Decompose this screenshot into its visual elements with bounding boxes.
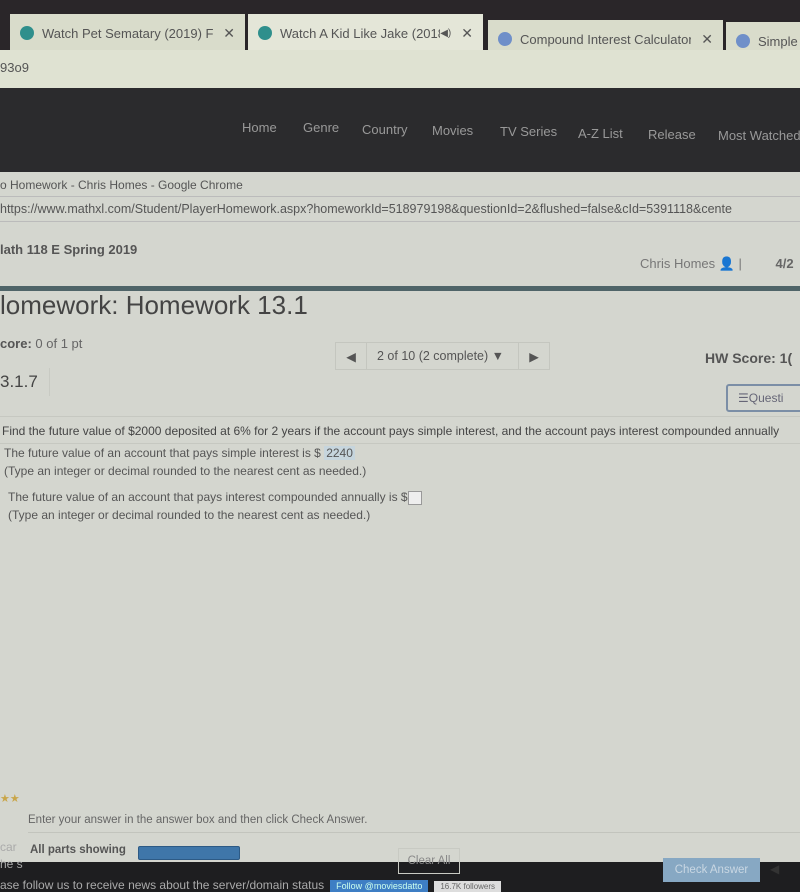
instructions: Enter your answer in the answer box and … <box>28 814 800 833</box>
hw-score: HW Score: 1( <box>705 350 793 366</box>
background-text: he s <box>0 857 23 871</box>
twitter-follow-button[interactable]: Follow @moviesdatto <box>330 880 429 892</box>
check-answer-button[interactable]: Check Answer <box>663 858 760 882</box>
window-title: o Homework - Chris Homes - Google Chrome <box>0 178 243 192</box>
clear-all-button[interactable]: Clear All <box>398 848 460 874</box>
homework-window: o Homework - Chris Homes - Google Chrome… <box>0 172 800 882</box>
page-title: lomework: Homework 13.1 <box>0 290 308 320</box>
next-question-button[interactable]: ▶ <box>519 349 549 364</box>
browser-tab[interactable]: Watch A Kid Like Jake (2018 ◀︎) ✕ <box>248 14 483 52</box>
follow-notice: ase follow us to receive news about the … <box>0 878 502 892</box>
globe-icon <box>498 32 512 46</box>
nav-az-list[interactable]: A-Z List <box>578 126 623 141</box>
background-text: car <box>0 840 17 854</box>
nav-home[interactable]: Home <box>242 120 277 135</box>
part2-answer-input[interactable] <box>407 490 422 505</box>
rating-stars-icon: ★★ <box>0 793 20 805</box>
browser-tab-bar: Watch Pet Sematary (2019) Full ✕ Watch A … <box>0 0 800 60</box>
site-nav: Home Genre Country Movies TV Series A-Z … <box>0 88 800 178</box>
nav-genre[interactable]: Genre <box>303 120 339 135</box>
user-info: Chris Homes 👤 | 4/2 <box>640 256 794 271</box>
speaker-icon[interactable]: ◀︎) <box>440 28 451 39</box>
browser-tab[interactable]: Watch Pet Sematary (2019) Full ✕ <box>10 14 245 52</box>
url-field[interactable]: https://www.mathxl.com/Student/PlayerHom… <box>0 196 800 222</box>
part2-text: The future value of an account that pays… <box>8 490 422 505</box>
question-menu-button[interactable]: ☰Questi <box>726 384 800 412</box>
caret-down-icon: ▼ <box>491 349 505 363</box>
part1-hint: (Type an integer or decimal rounded to t… <box>4 464 367 478</box>
collapse-arrow-icon[interactable]: ◀ <box>770 862 779 876</box>
question-prompt: Find the future value of $2000 deposited… <box>0 416 800 444</box>
close-icon[interactable]: ✕ <box>223 25 235 42</box>
globe-icon <box>736 34 750 48</box>
parts-progress-bar <box>138 846 240 860</box>
close-icon[interactable]: ✕ <box>701 31 713 48</box>
play-icon <box>258 26 272 40</box>
part1-text: The future value of an account that pays… <box>4 446 355 460</box>
nav-country[interactable]: Country <box>362 122 408 137</box>
follower-count: 16.7K followers <box>434 881 502 892</box>
nav-movies[interactable]: Movies <box>432 123 473 138</box>
list-icon: ☰ <box>738 391 749 405</box>
address-bar[interactable]: 93o9 <box>0 50 800 88</box>
nav-most-watched[interactable]: Most Watched <box>718 128 800 143</box>
course-name: lath 118 E Spring 2019 <box>0 242 138 257</box>
question-pager: ◀ 2 of 10 (2 complete) ▼ ▶ <box>335 342 550 370</box>
close-icon[interactable]: ✕ <box>461 25 473 42</box>
parts-label: All parts showing <box>30 844 126 856</box>
user-icon: 👤 <box>718 256 735 271</box>
part1-answer[interactable]: 2240 <box>324 446 355 460</box>
part2-hint: (Type an integer or decimal rounded to t… <box>8 508 371 522</box>
prev-question-button[interactable]: ◀ <box>336 349 366 364</box>
question-score: core: 0 of 1 pt <box>0 336 83 351</box>
question-select[interactable]: 2 of 10 (2 complete) ▼ <box>366 343 519 369</box>
question-number: 3.1.7 <box>0 368 50 396</box>
nav-tv-series[interactable]: TV Series <box>500 124 557 139</box>
play-icon <box>20 26 34 40</box>
nav-release[interactable]: Release <box>648 127 696 142</box>
